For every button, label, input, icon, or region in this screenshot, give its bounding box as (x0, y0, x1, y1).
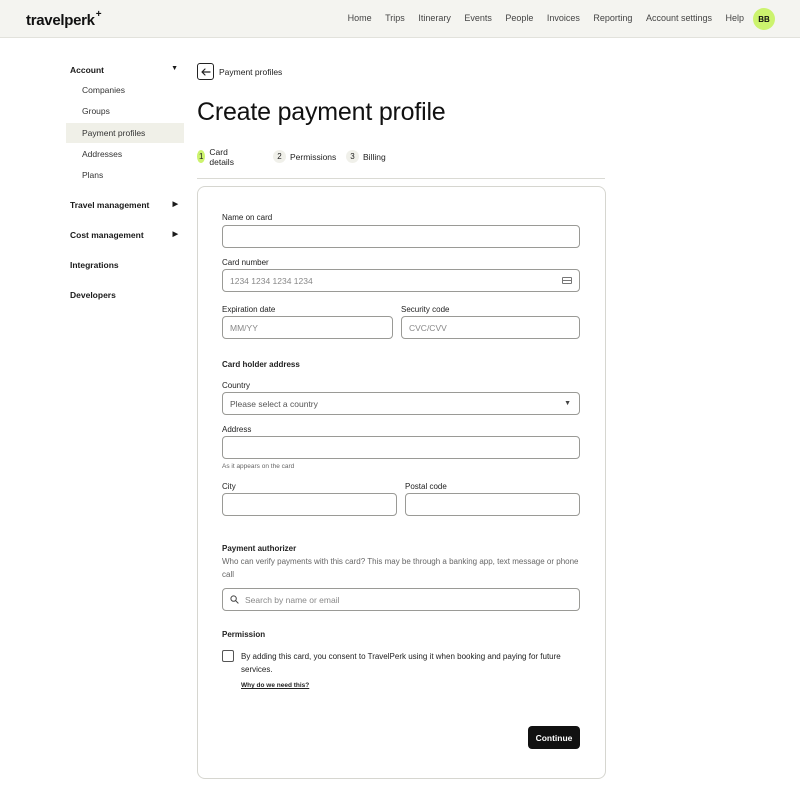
card-number-input[interactable]: 1234 1234 1234 1234 (222, 269, 580, 292)
postal-code-label: Postal code (405, 482, 447, 491)
step-billing[interactable]: 3 Billing (346, 150, 386, 163)
main-nav: Home Trips Itinerary Events People Invoi… (348, 13, 744, 23)
sidebar-section-label: Account (70, 65, 104, 75)
security-code-input[interactable]: CVC/CVV (401, 316, 580, 339)
nav-invoices[interactable]: Invoices (547, 13, 580, 23)
authorizer-search-placeholder: Search by name or email (245, 594, 340, 605)
why-do-we-need-this-link[interactable]: Why do we need this? (241, 682, 309, 689)
caret-down-icon: ▼ (564, 400, 571, 407)
card-holder-address-heading: Card holder address (222, 360, 300, 369)
chevron-right-icon: ▶ (172, 201, 178, 208)
step-label: Permissions (290, 151, 337, 162)
steps-divider (197, 178, 605, 179)
sidebar-section-label: Travel management (70, 200, 150, 210)
logo-mark: + (95, 9, 102, 20)
page-title: Create payment profile (197, 98, 446, 126)
sidebar-section-integrations[interactable]: Integrations (70, 260, 180, 270)
nav-help[interactable]: Help (725, 13, 744, 23)
travelperk-logo[interactable]: travelperk+ (26, 9, 102, 29)
expiration-date-input[interactable]: MM/YY (222, 316, 393, 339)
authorizer-search-input[interactable]: Search by name or email (222, 588, 580, 611)
city-input[interactable] (222, 493, 397, 516)
country-select[interactable]: Please select a country ▼ (222, 392, 580, 415)
address-input[interactable] (222, 436, 580, 459)
sidebar-section-account[interactable]: Account ▼ (70, 65, 180, 75)
step-label: Card details (209, 146, 234, 167)
step-permissions[interactable]: 2 Permissions (273, 150, 336, 163)
nav-people[interactable]: People (505, 13, 533, 23)
permission-label: Permission (222, 630, 266, 639)
address-hint: As it appears on the card (222, 463, 295, 470)
country-select-value: Please select a country (230, 398, 318, 409)
back-button[interactable] (197, 63, 214, 80)
continue-button[interactable]: Continue (528, 726, 580, 749)
nav-events[interactable]: Events (464, 13, 492, 23)
payment-authorizer-label: Payment authorizer (222, 544, 297, 553)
sidebar-item-groups[interactable]: Groups (66, 101, 184, 121)
back-label[interactable]: Payment profiles (219, 67, 282, 77)
sidebar-item-companies[interactable]: Companies (66, 80, 184, 100)
step-number: 1 (197, 150, 206, 163)
payment-authorizer-description: Who can verify payments with this card? … (222, 557, 579, 579)
card-number-placeholder: 1234 1234 1234 1234 (230, 275, 313, 286)
sidebar-section-developers[interactable]: Developers (70, 290, 180, 300)
user-avatar[interactable]: BB (753, 8, 775, 30)
nav-itinerary[interactable]: Itinerary (418, 13, 451, 23)
consent-checkbox[interactable] (222, 650, 234, 662)
sidebar-section-travel-management[interactable]: Travel management ▶ (70, 200, 180, 210)
postal-code-input[interactable] (405, 493, 580, 516)
sidebar-item-payment-profiles[interactable]: Payment profiles (66, 123, 184, 143)
card-number-label: Card number (222, 258, 269, 267)
consent-text: By adding this card, you consent to Trav… (241, 652, 561, 674)
chevron-right-icon: ▶ (172, 231, 178, 238)
expiration-date-label: Expiration date (222, 305, 276, 314)
nav-home[interactable]: Home (348, 13, 372, 23)
country-label: Country (222, 381, 251, 390)
chevron-down-icon: ▼ (171, 65, 178, 72)
logo-text: travelperk (26, 12, 95, 29)
nav-account-settings[interactable]: Account settings (646, 13, 712, 23)
sidebar-section-label: Cost management (70, 230, 144, 240)
address-label: Address (222, 425, 252, 434)
top-navigation-bar: travelperk+ Home Trips Itinerary Events … (0, 0, 800, 38)
step-label: Billing (363, 151, 386, 162)
step-number: 2 (273, 150, 286, 163)
sidebar-item-addresses[interactable]: Addresses (66, 144, 184, 164)
nav-reporting[interactable]: Reporting (593, 13, 632, 23)
name-on-card-input[interactable] (222, 225, 580, 248)
sidebar-item-plans[interactable]: Plans (66, 165, 184, 185)
city-label: City (222, 482, 236, 491)
security-code-label: Security code (401, 305, 450, 314)
search-icon (230, 595, 239, 604)
nav-trips[interactable]: Trips (385, 13, 405, 23)
name-on-card-label: Name on card (222, 213, 273, 222)
step-card-details[interactable]: 1 Card details (197, 147, 239, 167)
sidebar-section-cost-management[interactable]: Cost management ▶ (70, 230, 180, 240)
arrow-left-icon (200, 67, 211, 76)
credit-card-icon (562, 277, 572, 284)
step-number: 3 (346, 150, 359, 163)
